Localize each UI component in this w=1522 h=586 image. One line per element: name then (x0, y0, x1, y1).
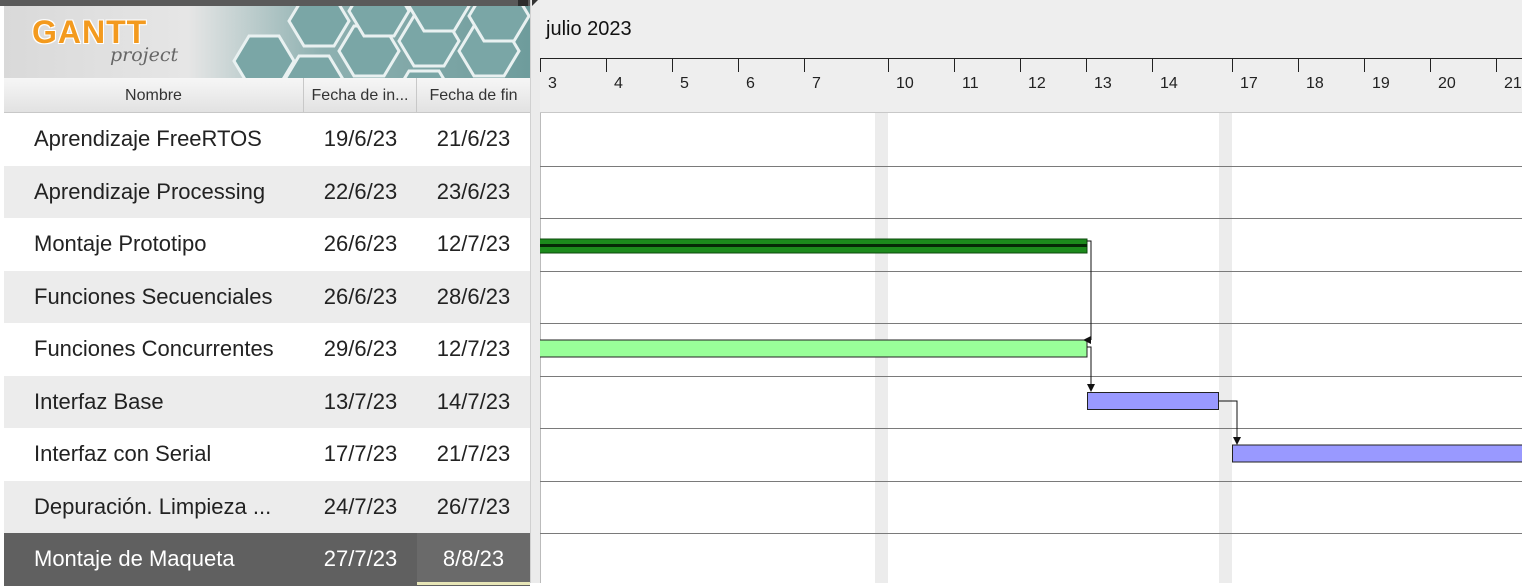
timeline-scale-line (540, 58, 1522, 59)
weekend-column (1219, 113, 1232, 583)
task-name-cell: Funciones Secuenciales (34, 271, 304, 323)
task-end-date-cell: 8/8/23 (417, 533, 530, 585)
task-end-date-cell: 23/6/23 (417, 166, 530, 218)
column-header-name[interactable]: Nombre (4, 78, 304, 113)
task-end-date-cell: 21/7/23 (417, 428, 530, 480)
day-label: 18 (1306, 75, 1324, 93)
day-tick (738, 58, 739, 72)
task-table-panel: GANTT project Nombre Fecha de in... Fech… (0, 0, 530, 583)
task-name-cell: Montaje de Maqueta (34, 533, 304, 585)
day-tick (1430, 58, 1431, 72)
day-label: 12 (1028, 75, 1046, 93)
task-bar-interfaz-serial (1233, 445, 1522, 462)
task-name-cell: Depuración. Limpieza ... (34, 481, 304, 533)
timeline-header: julio 2023 3 4 5 6 7 10 11 12 13 14 17 18 19 20 21 (540, 0, 1522, 113)
task-name-cell: Montaje Prototipo (34, 218, 304, 270)
day-tick (1086, 58, 1087, 72)
task-start-date-cell: 29/6/23 (304, 323, 417, 375)
task-row[interactable]: Aprendizaje Processing22/6/2323/6/23 (4, 166, 530, 219)
task-bar-interfaz-base (1088, 393, 1219, 410)
gantt-chart-area[interactable] (540, 113, 1522, 583)
day-tick (1232, 58, 1233, 72)
task-row[interactable]: Funciones Concurrentes29/6/2312/7/23 (4, 323, 530, 376)
day-label: 5 (680, 75, 689, 93)
day-tick (672, 58, 673, 72)
dependency-arrow (1087, 241, 1091, 340)
task-name-cell: Funciones Concurrentes (34, 323, 304, 375)
day-label: 6 (746, 75, 755, 93)
month-label: julio 2023 (546, 18, 632, 41)
task-start-date-cell: 24/7/23 (304, 481, 417, 533)
task-bar-funciones-concurrentes (540, 340, 1087, 357)
day-label: 21 (1504, 75, 1522, 93)
task-row[interactable]: Interfaz con Serial17/7/2321/7/23 (4, 428, 530, 481)
column-header-end-date[interactable]: Fecha de fin (417, 78, 530, 113)
task-start-date-cell: 27/7/23 (304, 533, 417, 585)
task-row[interactable]: Montaje Prototipo26/6/2312/7/23 (4, 218, 530, 271)
task-end-date-cell: 28/6/23 (417, 271, 530, 323)
task-start-date-cell: 22/6/23 (304, 166, 417, 218)
task-name-cell: Aprendizaje Processing (34, 166, 304, 218)
day-tick (888, 58, 889, 72)
arrow-head-icon (1087, 384, 1095, 392)
day-tick (1364, 58, 1365, 72)
day-tick (954, 58, 955, 72)
task-name-cell: Aprendizaje FreeRTOS (34, 113, 304, 165)
dependency-arrow (1087, 347, 1091, 388)
task-start-date-cell: 17/7/23 (304, 428, 417, 480)
task-row[interactable]: Interfaz Base13/7/2314/7/23 (4, 376, 530, 429)
day-tick (804, 58, 805, 72)
day-label: 19 (1372, 75, 1390, 93)
task-end-date-cell: 26/7/23 (417, 481, 530, 533)
app-logo-banner: GANTT project (4, 6, 530, 78)
collapse-arrow-icon[interactable] (532, 0, 538, 6)
task-end-date-cell: 12/7/23 (417, 218, 530, 270)
day-tick (540, 58, 541, 72)
arrow-head-icon (1233, 437, 1241, 445)
day-tick (1152, 58, 1153, 72)
panel-splitter[interactable] (530, 0, 540, 583)
table-header: Nombre Fecha de in... Fecha de fin (4, 78, 530, 113)
day-label: 13 (1094, 75, 1112, 93)
task-end-date-cell: 14/7/23 (417, 376, 530, 428)
summary-task-bar-line (540, 244, 1087, 247)
day-label: 20 (1438, 75, 1456, 93)
task-row[interactable]: Depuración. Limpieza ...24/7/2326/7/23 (4, 481, 530, 534)
column-header-start-date[interactable]: Fecha de in... (304, 78, 417, 113)
task-row[interactable]: Montaje de Maqueta27/7/238/8/23 (4, 533, 530, 586)
task-end-date-cell: 12/7/23 (417, 323, 530, 375)
day-tick (1020, 58, 1021, 72)
task-start-date-cell: 19/6/23 (304, 113, 417, 165)
day-label: 17 (1240, 75, 1258, 93)
gantt-logo-subtext: project (110, 44, 178, 66)
task-start-date-cell: 13/7/23 (304, 376, 417, 428)
day-label: 14 (1160, 75, 1178, 93)
gantt-chart-panel: julio 2023 3 4 5 6 7 10 11 12 13 14 17 18 19 20 21 (540, 0, 1522, 583)
task-start-date-cell: 26/6/23 (304, 271, 417, 323)
task-start-date-cell: 26/6/23 (304, 218, 417, 270)
day-label: 7 (812, 75, 821, 93)
day-tick (1298, 58, 1299, 72)
task-name-cell: Interfaz Base (34, 376, 304, 428)
task-end-date-cell: 21/6/23 (417, 113, 530, 165)
day-label: 10 (896, 75, 914, 93)
day-label: 11 (962, 75, 979, 93)
day-label: 3 (548, 75, 557, 93)
task-row[interactable]: Aprendizaje FreeRTOS19/6/2321/6/23 (4, 113, 530, 166)
day-label: 4 (614, 75, 623, 93)
day-tick (1496, 58, 1497, 72)
task-name-cell: Interfaz con Serial (34, 428, 304, 480)
day-tick (606, 58, 607, 72)
task-row[interactable]: Funciones Secuenciales26/6/2328/6/23 (4, 271, 530, 324)
task-list: Aprendizaje FreeRTOS19/6/2321/6/23Aprend… (4, 113, 530, 586)
